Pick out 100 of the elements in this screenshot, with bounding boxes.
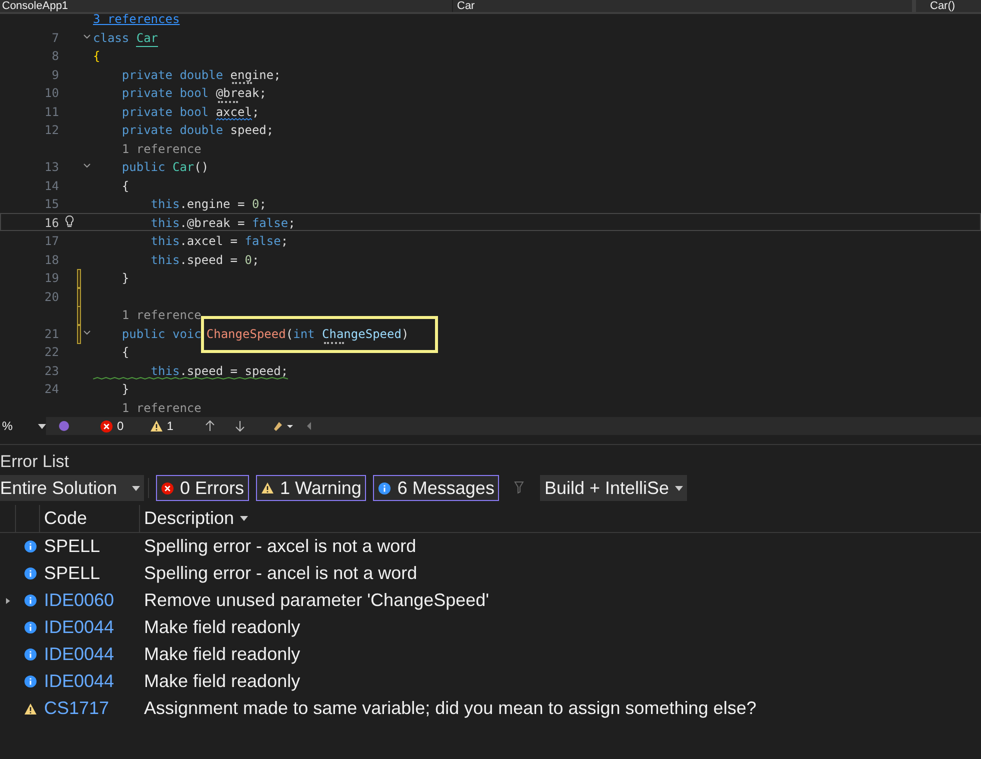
up-arrow-icon[interactable] [205,420,216,432]
description-cell-text: Make field readonly [144,616,300,639]
warning-count: 1 [166,418,174,435]
error-count: 0 [117,418,124,435]
code-token: } [120,271,130,285]
code-token: .@break = [180,216,246,230]
collapse-icon[interactable] [83,163,91,170]
code-token: ; [280,234,288,248]
member-selector[interactable]: Car() [912,0,981,12]
code-token: this [150,216,180,230]
code-token: ; [288,216,296,230]
code-token: this [150,364,180,378]
code-token: public [120,160,166,174]
code-token: private bool [120,104,210,118]
source-dropdown[interactable]: Build + IntelliSe [540,475,688,501]
info-icon [24,567,36,580]
line-number: 12 [44,122,60,138]
code-token: 0 [244,252,252,266]
code-token: ; [274,68,281,82]
code-token: .speed = speed; [180,364,288,378]
error-count-icon [100,420,113,432]
line-number: 15 [44,196,60,212]
project-selector[interactable]: ConsoleApp1 [0,0,452,12]
collapse-icon[interactable] [83,330,91,336]
expand-icon[interactable] [5,596,11,604]
brush-icon[interactable] [271,420,294,432]
code-cell-text: SPELL [44,562,102,585]
code-token: class [93,30,130,44]
code-token: private bool [120,86,210,100]
info-icon [24,621,36,634]
line-number: 18 [44,252,60,267]
code-lens: 1 reference [120,142,202,156]
code-cell-text: SPELL [44,535,102,558]
code-token: false [244,234,281,248]
code-token: speed [230,123,266,137]
caret-icon [240,516,248,521]
line-number: 23 [44,362,60,378]
code-token: private double [120,123,224,137]
error-list-title: Error List [0,451,70,471]
code-token: Car [172,160,194,174]
down-arrow-icon[interactable] [235,420,246,432]
collapse-icon[interactable] [83,34,91,40]
code-lens-link[interactable]: 3 references [93,14,180,26]
scope-dropdown[interactable]: Entire Solution [0,475,144,501]
code-token: } [120,382,130,396]
code-token: false [252,216,288,230]
code-token: ChangeSpeed [206,326,286,340]
line-number: 24 [44,381,60,396]
code-token: ChangeSpeed [322,326,402,340]
code-token: .axcel = [180,234,238,248]
code-token: axcel [216,104,252,118]
code-token: { [120,345,130,359]
lightbulb-icon[interactable] [64,215,74,228]
code-cell[interactable]: IDE0060 [44,587,144,614]
code-cell[interactable]: IDE0044 [44,668,144,695]
code-cell[interactable]: IDE0044 [44,641,144,668]
filter-toggle[interactable]: 6 Messages [373,475,500,501]
column-header[interactable]: Description [140,505,248,532]
info-icon [24,648,36,661]
description-cell-text: Remove unused parameter 'ChangeSpeed' [144,589,490,612]
code-lens: 1 reference [120,400,202,414]
zoom-dropdown[interactable]: % [0,417,46,435]
info-icon [24,540,36,553]
code-token: ; [259,86,266,100]
column-header[interactable]: Code [40,505,140,532]
filter-toggle[interactable]: 1 Warning [256,475,366,501]
code-cell[interactable]: IDE0044 [44,614,144,641]
error-icon [161,482,174,494]
code-token: .speed = [180,252,238,266]
code-token: ; [259,197,266,211]
caret-icon [675,486,684,490]
line-number: 17 [44,233,60,248]
line-number: 14 [44,178,60,193]
info-icon [24,594,36,607]
info-icon [24,675,36,688]
line-number: 19 [44,270,60,286]
code-token: 0 [252,197,260,211]
line-number: 13 [44,159,60,174]
code-token: Car [136,30,158,44]
code-token: this [150,252,180,266]
code-token: this [150,234,180,248]
code-token: { [120,178,130,192]
line-number: 16 [44,214,60,230]
line-number: 8 [50,48,60,64]
line-number: 11 [44,104,60,119]
code-cell[interactable]: CS1717 [44,695,144,722]
code-token: ; [252,104,260,118]
description-cell-text: Assignment made to same variable; did you mean to assign something else? [144,697,756,720]
class-selector[interactable]: Car [452,0,912,12]
code-token: public voic [120,326,202,340]
scroll-left-icon[interactable] [305,421,314,431]
filter-toggle[interactable]: 0 Errors [156,475,250,501]
code-lens: 1 reference [120,308,202,322]
code-token: ; [252,252,260,266]
description-cell-text: Make field readonly [144,643,300,666]
code-token: { [93,49,100,63]
line-number: 22 [44,344,60,360]
code-token: this [150,197,180,211]
code-token: engine [230,68,274,82]
code-token: .engine = [180,197,246,211]
